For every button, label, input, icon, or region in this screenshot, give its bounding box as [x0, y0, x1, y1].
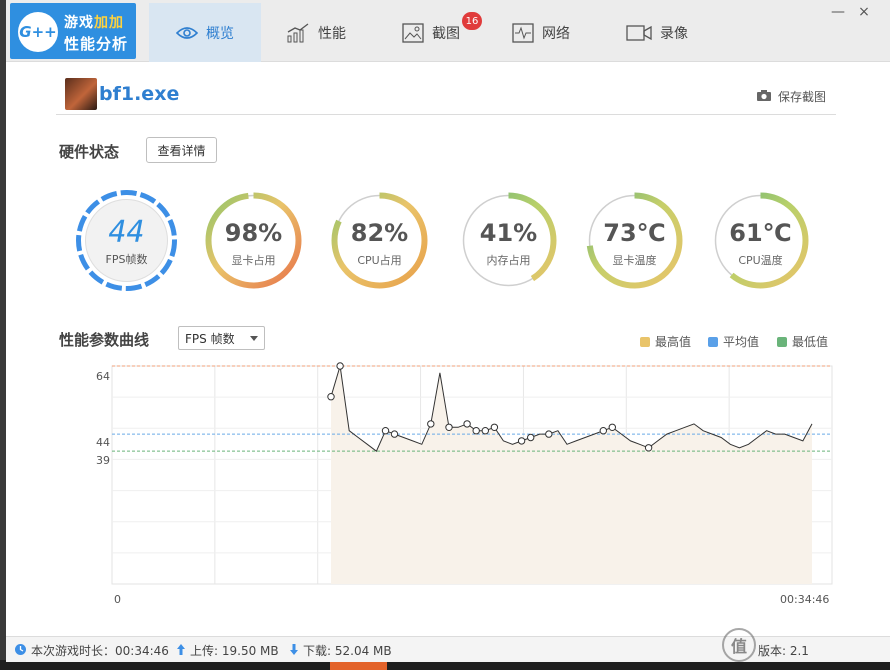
tab-label: 概览	[206, 25, 234, 42]
logo-title-line2: 性能分析	[64, 35, 129, 53]
legend-avg: 平均值	[708, 333, 759, 350]
clock-icon	[14, 643, 27, 659]
gauge-label: 内存占用	[486, 254, 531, 267]
x-start-label: 0	[114, 593, 121, 606]
app-window: G++ 游戏加加 性能分析 概览 性能 截图 16 网络 录像 — × bf1.…	[6, 0, 890, 662]
curve-title: 性能参数曲线	[59, 331, 150, 349]
series-area	[331, 366, 812, 584]
data-point	[390, 430, 399, 438]
gauge-value: 73℃	[603, 219, 666, 247]
gauge-value: 41%	[479, 219, 538, 247]
tab-screenshots[interactable]: 截图	[386, 3, 476, 62]
chevron-down-icon	[250, 336, 258, 341]
y-tick-avg: 44	[96, 436, 110, 449]
data-point	[608, 423, 616, 432]
duration-text: 本次游戏时长：00:34:46	[31, 644, 169, 658]
close-button[interactable]: ×	[856, 4, 872, 20]
screenshot-count-badge: 16	[462, 12, 482, 30]
image-icon	[402, 22, 424, 43]
tab-performance[interactable]: 性能	[271, 3, 361, 62]
y-tick-min: 39	[96, 454, 110, 467]
data-point	[490, 423, 499, 432]
tab-label: 网络	[542, 25, 570, 42]
download-status: 下载: 52.04 MB	[289, 642, 392, 659]
legend-swatch	[640, 336, 650, 347]
tab-overview[interactable]: 概览	[149, 3, 261, 62]
gauge-label: 显卡占用	[231, 254, 276, 267]
data-point	[481, 427, 489, 435]
pulse-icon	[512, 22, 534, 43]
logo-title-line1: 游戏加加	[64, 15, 124, 31]
tab-recording[interactable]: 录像	[612, 3, 702, 62]
version-text: 版本: 2.1	[758, 644, 809, 658]
gauge-value: 61℃	[729, 219, 792, 247]
watermark-logo: 值	[722, 628, 756, 662]
gauge-2: 82% CPU占用	[328, 189, 431, 292]
gauge-label: CPU占用	[357, 254, 402, 267]
eye-icon	[176, 26, 198, 40]
bar-chart-icon	[286, 22, 310, 43]
gauge-4: 73℃ 显卡温度	[583, 189, 686, 292]
header-bar: G++ 游戏加加 性能分析 概览 性能 截图 16 网络 录像 — ×	[6, 0, 890, 62]
save-screenshot-button[interactable]: 保存截图	[756, 88, 826, 105]
tab-label: 截图	[432, 25, 460, 42]
gauge-label: 显卡温度	[612, 254, 657, 267]
video-camera-icon	[626, 24, 652, 42]
x-end-label: 00:34:46	[780, 593, 830, 606]
legend-label: 最低值	[792, 335, 829, 349]
legend-swatch	[708, 336, 718, 347]
process-name: bf1.exe	[99, 83, 180, 105]
fps-chart	[111, 362, 833, 585]
tab-label: 性能	[318, 25, 346, 42]
gauge-1: 98% 显卡占用	[202, 189, 305, 292]
download-text: 下载: 52.04 MB	[303, 644, 392, 658]
game-icon	[65, 78, 97, 110]
minimize-button[interactable]: —	[830, 4, 846, 20]
metric-select-value: FPS 帧数	[185, 331, 235, 346]
arrow-up-icon	[176, 643, 186, 659]
legend-min: 最低值	[777, 333, 828, 350]
camera-icon	[756, 89, 772, 105]
gauge-label: CPU温度	[738, 254, 783, 267]
logo-badge: G++	[18, 12, 58, 52]
upload-text: 上传: 19.50 MB	[190, 644, 279, 658]
legend-label: 最高值	[655, 335, 692, 349]
y-tick-max: 64	[96, 370, 110, 383]
data-point	[599, 427, 607, 435]
duration-status: 本次游戏时长：00:34:46	[14, 642, 169, 659]
data-point	[336, 362, 344, 370]
gauge-3: 41% 内存占用	[457, 189, 560, 292]
legend-swatch	[777, 336, 787, 347]
legend-label: 平均值	[723, 335, 760, 349]
tab-label: 录像	[660, 25, 688, 42]
data-point	[463, 420, 471, 428]
app-logo: G++ 游戏加加 性能分析	[10, 3, 136, 59]
data-point	[327, 393, 335, 401]
status-bar: 本次游戏时长：00:34:46 上传: 19.50 MB 下载: 52.04 M…	[6, 636, 890, 662]
data-point	[527, 433, 535, 442]
metric-select[interactable]: FPS 帧数	[178, 326, 265, 350]
fps-label: FPS帧数	[105, 253, 148, 266]
data-point	[644, 444, 653, 452]
data-point	[517, 437, 526, 445]
save-screenshot-label: 保存截图	[778, 90, 827, 104]
fps-value: 44	[108, 215, 145, 250]
data-point	[472, 427, 480, 435]
data-point	[427, 420, 435, 428]
data-point	[381, 427, 390, 435]
divider	[56, 114, 836, 115]
gauge-5: 61℃ CPU温度	[709, 189, 812, 292]
hardware-status-title: 硬件状态	[59, 143, 120, 161]
data-point	[545, 430, 553, 438]
upload-status: 上传: 19.50 MB	[176, 642, 279, 659]
data-point	[445, 423, 453, 432]
gauge-value: 98%	[224, 219, 283, 247]
view-details-button[interactable]: 查看详情	[146, 137, 217, 163]
fps-gauge: 44 FPS帧数	[75, 189, 178, 292]
tab-network[interactable]: 网络	[496, 3, 586, 62]
legend-max: 最高值	[640, 333, 691, 350]
gauge-value: 82%	[350, 219, 409, 247]
arrow-down-icon	[289, 643, 299, 659]
